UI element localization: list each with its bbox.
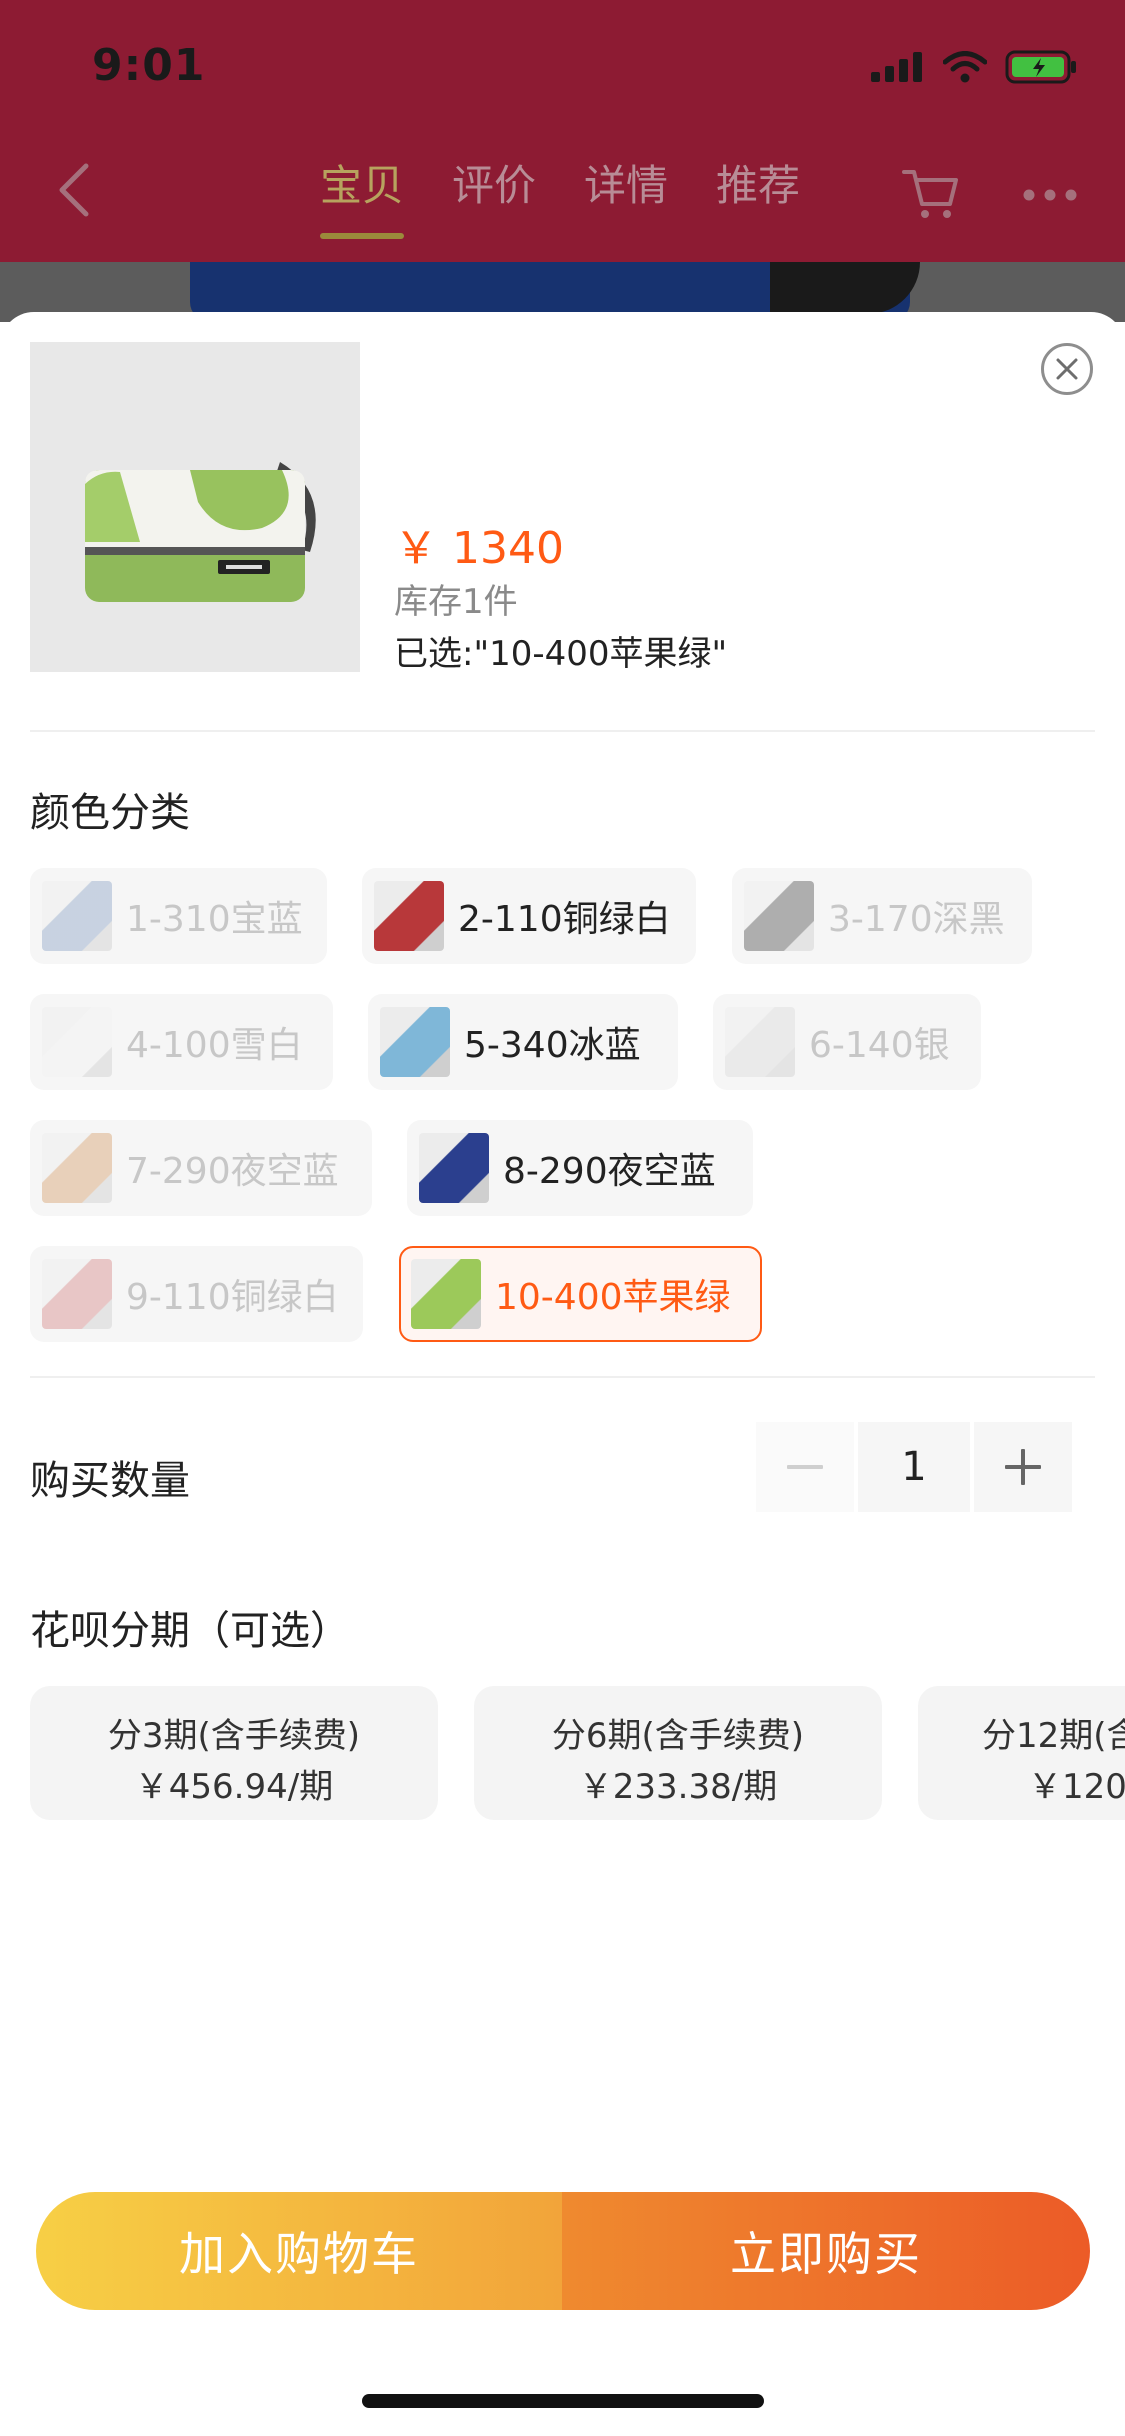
minus-icon (787, 1465, 823, 1469)
swatch-thumbnail (374, 881, 444, 951)
color-option-6[interactable]: 6-140银 (713, 994, 981, 1090)
color-option-label: 4-100雪白 (126, 1025, 303, 1066)
swatch-thumbnail (744, 881, 814, 951)
color-option-label: 6-140银 (809, 1025, 950, 1066)
color-option-4[interactable]: 4-100雪白 (30, 994, 333, 1090)
color-option-label: 9-110铜绿白 (126, 1277, 339, 1318)
signal-icon (871, 52, 922, 82)
swatch-thumbnail (42, 1133, 112, 1203)
color-section-title: 颜色分类 (30, 790, 190, 836)
close-icon[interactable] (1040, 342, 1094, 396)
color-option-label: 8-290夜空蓝 (503, 1151, 716, 1192)
installment-section-title: 花呗分期（可选） (30, 1608, 350, 1654)
color-option-1[interactable]: 1-310宝蓝 (30, 868, 327, 964)
installment-amount: ￥233.38/期 (578, 1767, 778, 1807)
color-option-label: 5-340冰蓝 (464, 1025, 641, 1066)
color-option-label: 3-170深黑 (828, 899, 1005, 940)
plus-icon (1005, 1449, 1041, 1485)
battery-icon (1005, 50, 1076, 84)
swatch-thumbnail (42, 1007, 112, 1077)
product-thumbnail (30, 342, 360, 672)
swatch-thumbnail (411, 1259, 481, 1329)
add-to-cart-button[interactable]: 加入购物车 (36, 2192, 562, 2310)
color-option-2[interactable]: 2-110铜绿白 (362, 868, 696, 964)
wifi-icon (943, 51, 987, 83)
cart-icon[interactable] (900, 162, 960, 222)
tab-recommend[interactable]: 推荐 (716, 152, 800, 213)
swatch-thumbnail (380, 1007, 450, 1077)
tab-baobei[interactable]: 宝贝 (320, 152, 405, 239)
swatch-thumbnail (725, 1007, 795, 1077)
back-arrow-icon[interactable] (52, 160, 96, 220)
status-icons (871, 50, 1077, 84)
color-option-7[interactable]: 7-290夜空蓝 (30, 1120, 372, 1216)
color-option-label: 10-400苹果绿 (495, 1277, 731, 1318)
price: ￥ 1340 (394, 523, 564, 574)
nav-tabs: 宝贝 评价 详情 推荐 (320, 152, 800, 239)
status-time: 9:01 (92, 40, 206, 91)
swatch-thumbnail (42, 1259, 112, 1329)
tab-reviews[interactable]: 评价 (452, 152, 536, 213)
color-option-8[interactable]: 8-290夜空蓝 (407, 1120, 753, 1216)
color-option-label: 7-290夜空蓝 (126, 1151, 339, 1192)
selected-variant: 已选:"10-400苹果绿" (394, 634, 728, 674)
swatch-thumbnail (42, 881, 112, 951)
messenger-bag-image (30, 342, 360, 672)
color-option-3[interactable]: 3-170深黑 (732, 868, 1032, 964)
color-option-label: 2-110铜绿白 (458, 899, 671, 940)
installment-title: 分12期(含手续费) (982, 1716, 1125, 1756)
buy-now-button[interactable]: 立即购买 (562, 2192, 1090, 2310)
installment-option-3[interactable]: 分3期(含手续费) ￥456.94/期 (30, 1686, 438, 1820)
product-page-header: 9:01 宝贝 评价 详情 推荐 (0, 0, 1125, 262)
sku-sheet: ￥ 1340 库存1件 已选:"10-400苹果绿" 颜色分类 1-310宝蓝 … (0, 312, 1125, 2436)
divider (30, 730, 1095, 732)
tab-details[interactable]: 详情 (584, 152, 668, 213)
installment-option-12[interactable]: 分12期(含手续费) ￥120. (918, 1686, 1125, 1820)
color-option-5[interactable]: 5-340冰蓝 (368, 994, 678, 1090)
installment-option-6[interactable]: 分6期(含手续费) ￥233.38/期 (474, 1686, 882, 1820)
installment-title: 分6期(含手续费) (551, 1716, 805, 1756)
divider (30, 1376, 1095, 1378)
stock-count: 库存1件 (394, 582, 518, 622)
color-option-label: 1-310宝蓝 (126, 899, 303, 940)
home-indicator (362, 2394, 764, 2408)
quantity-value[interactable]: 1 (858, 1422, 970, 1512)
more-icon[interactable] (1022, 188, 1078, 202)
installment-amount: ￥456.94/期 (134, 1767, 334, 1807)
increase-button[interactable] (974, 1422, 1072, 1512)
swatch-thumbnail (419, 1133, 489, 1203)
color-option-10[interactable]: 10-400苹果绿 (399, 1246, 762, 1342)
decrease-button[interactable] (756, 1422, 854, 1512)
quantity-stepper: 1 (756, 1422, 1072, 1512)
installment-amount: ￥120. (1028, 1767, 1125, 1807)
quantity-label: 购买数量 (30, 1458, 190, 1504)
color-option-9[interactable]: 9-110铜绿白 (30, 1246, 363, 1342)
installment-title: 分3期(含手续费) (107, 1716, 361, 1756)
